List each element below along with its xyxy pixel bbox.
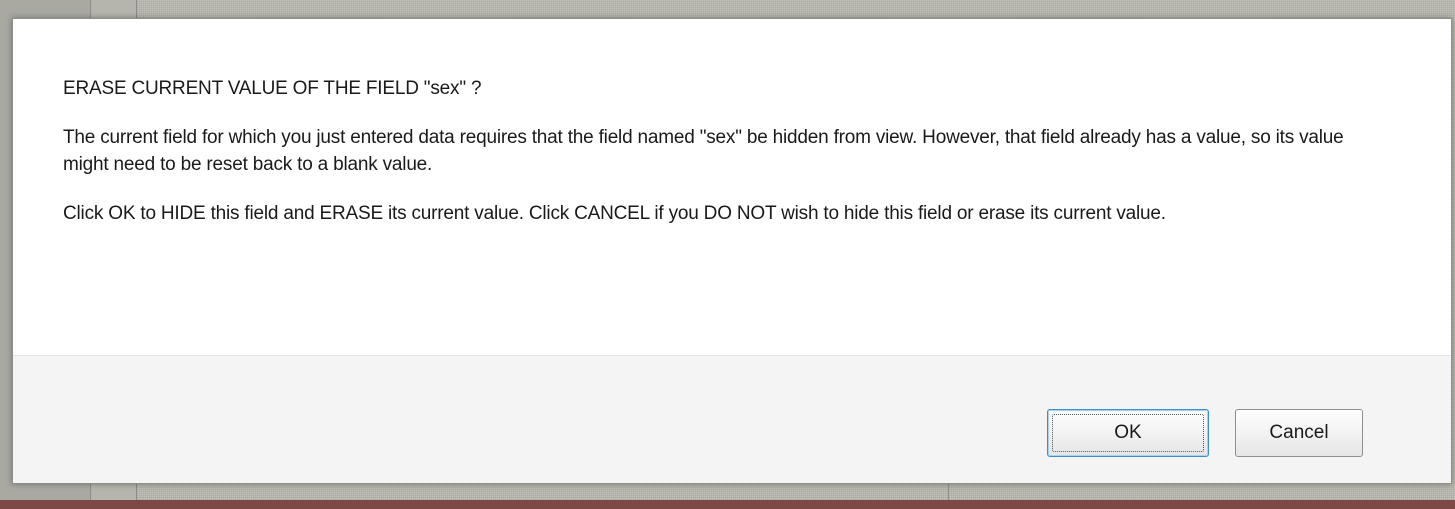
cancel-button[interactable]: Cancel [1235, 409, 1363, 457]
focus-ring [1052, 414, 1204, 452]
dialog-title: ERASE CURRENT VALUE OF THE FIELD "sex" ? [63, 78, 482, 99]
dialog-button-bar: OK Cancel [13, 355, 1451, 483]
dialog-body: ERASE CURRENT VALUE OF THE FIELD "sex" ?… [13, 19, 1451, 355]
dialog-message-explanation: The current field for which you just ent… [63, 127, 1344, 175]
dialog-message-instructions: Click OK to HIDE this field and ERASE it… [63, 203, 1166, 224]
ok-button[interactable]: OK [1047, 409, 1209, 457]
confirm-dialog: ERASE CURRENT VALUE OF THE FIELD "sex" ?… [12, 18, 1452, 484]
cancel-button-label: Cancel [1269, 422, 1329, 443]
background-bottom-strip [0, 500, 1455, 509]
